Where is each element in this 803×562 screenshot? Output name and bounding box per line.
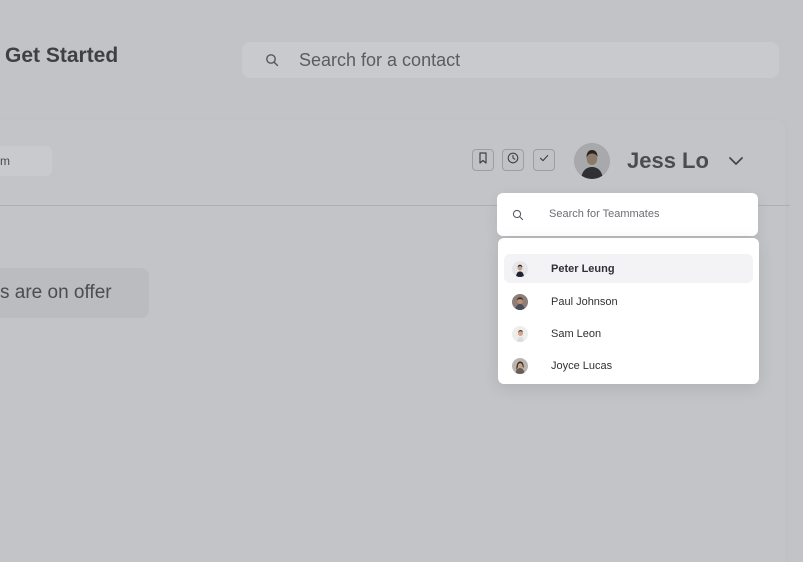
avatar bbox=[512, 294, 528, 310]
avatar bbox=[512, 358, 528, 374]
list-item[interactable]: Peter Leung bbox=[504, 254, 753, 283]
teammate-list: Peter Leung Paul Johnson Sam Leon Joyce … bbox=[498, 238, 759, 384]
history-button[interactable] bbox=[502, 149, 524, 171]
offer-chip[interactable]: s are on offer bbox=[0, 268, 149, 318]
search-icon bbox=[512, 208, 524, 226]
list-item[interactable]: Paul Johnson bbox=[504, 286, 753, 318]
list-item-label: Sam Leon bbox=[551, 328, 602, 340]
chevron-down-icon[interactable] bbox=[728, 154, 744, 172]
bookmark-button[interactable] bbox=[472, 149, 494, 171]
page-title: Get Started bbox=[5, 44, 119, 67]
bookmark-icon bbox=[478, 151, 488, 169]
list-item[interactable]: Joyce Lucas bbox=[504, 350, 753, 382]
list-item-label: Paul Johnson bbox=[551, 296, 618, 308]
contact-search-bar[interactable] bbox=[242, 42, 779, 78]
user-name[interactable]: Jess Lo bbox=[627, 148, 709, 174]
list-item[interactable]: Sam Leon bbox=[504, 318, 753, 350]
avatar bbox=[512, 326, 528, 342]
check-icon bbox=[538, 151, 550, 169]
clock-icon bbox=[507, 151, 519, 169]
search-icon bbox=[265, 53, 279, 72]
teammate-search-input[interactable] bbox=[549, 205, 739, 223]
teammate-search-box[interactable] bbox=[497, 193, 758, 236]
list-item-label: Joyce Lucas bbox=[551, 360, 613, 372]
avatar bbox=[512, 260, 528, 277]
user-avatar[interactable] bbox=[574, 143, 610, 179]
contact-search-input[interactable] bbox=[299, 48, 759, 72]
left-chip[interactable]: m bbox=[0, 146, 52, 176]
list-item-label: Peter Leung bbox=[551, 262, 615, 275]
complete-button[interactable] bbox=[533, 149, 555, 171]
